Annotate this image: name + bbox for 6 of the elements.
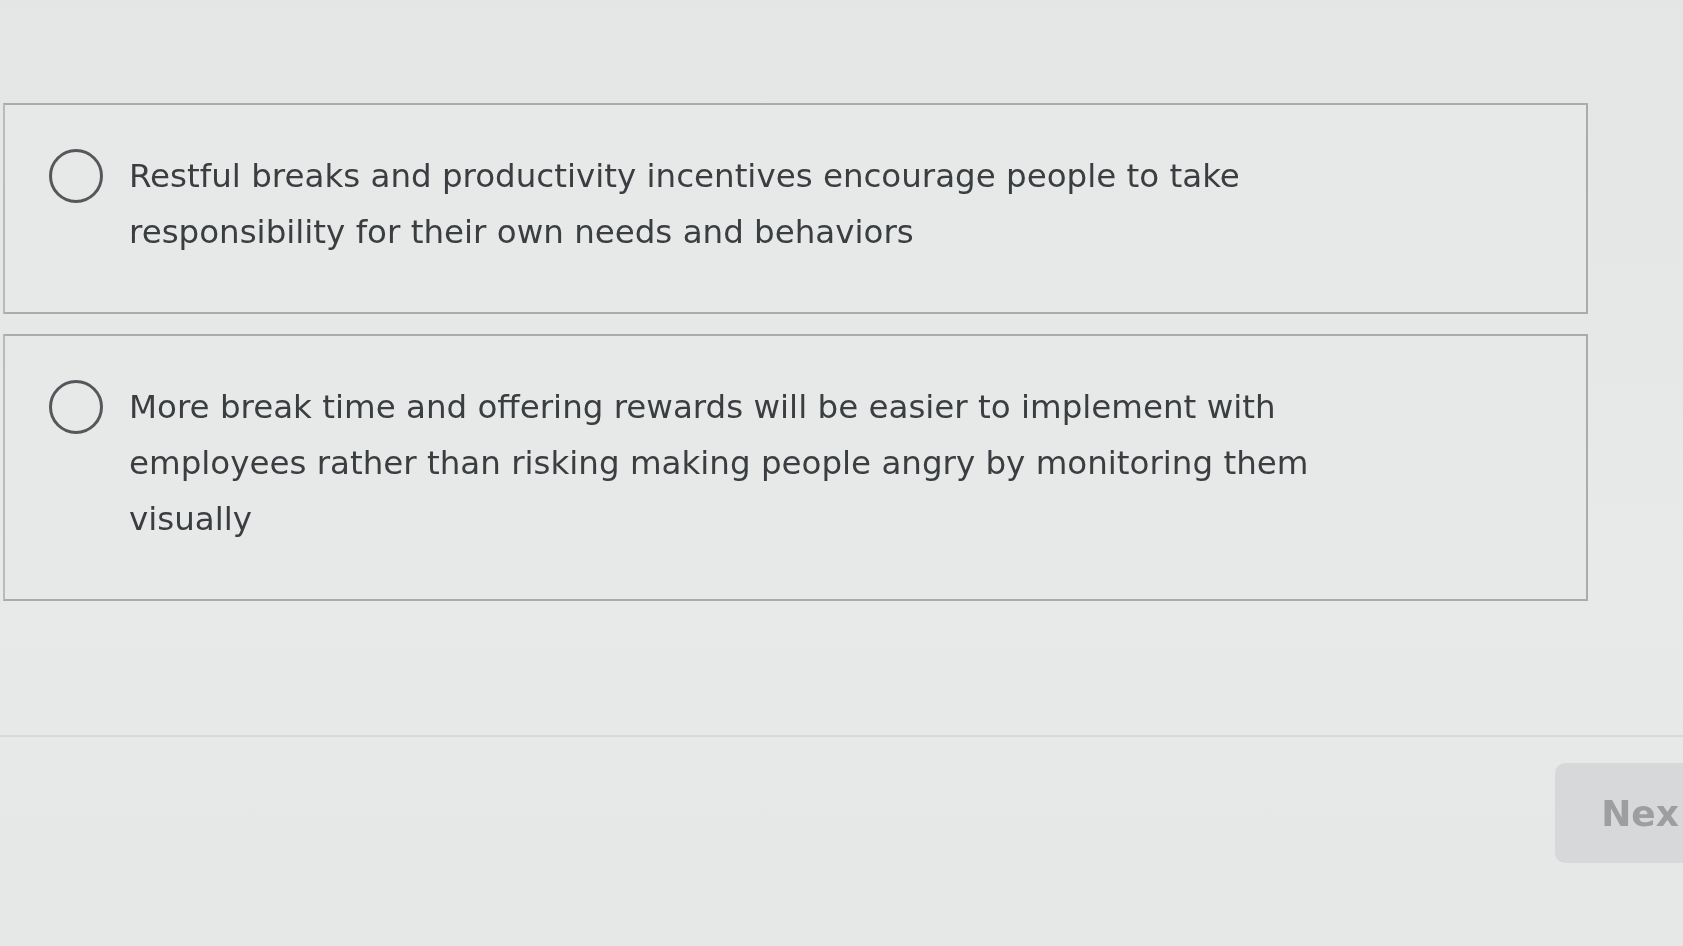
radio-button-icon[interactable] — [49, 149, 103, 203]
answer-option[interactable]: Restful breaks and productivity incentives encourage people to take responsibility for their own needs and behaviors — [3, 103, 1588, 314]
option-text: Restful breaks and productivity incentives encourage people to take responsibility for their own needs and behaviors — [129, 156, 1241, 253]
answer-option[interactable]: More break time and offering rewards will be easier to implement with employees rather than risking making people angry by monitoring them visually — [3, 334, 1588, 601]
option-text: More break time and offering rewards will be easier to implement with employees rather than risking making people angry by monitoring them visually — [129, 387, 1310, 540]
radio-button-icon[interactable] — [49, 380, 103, 434]
